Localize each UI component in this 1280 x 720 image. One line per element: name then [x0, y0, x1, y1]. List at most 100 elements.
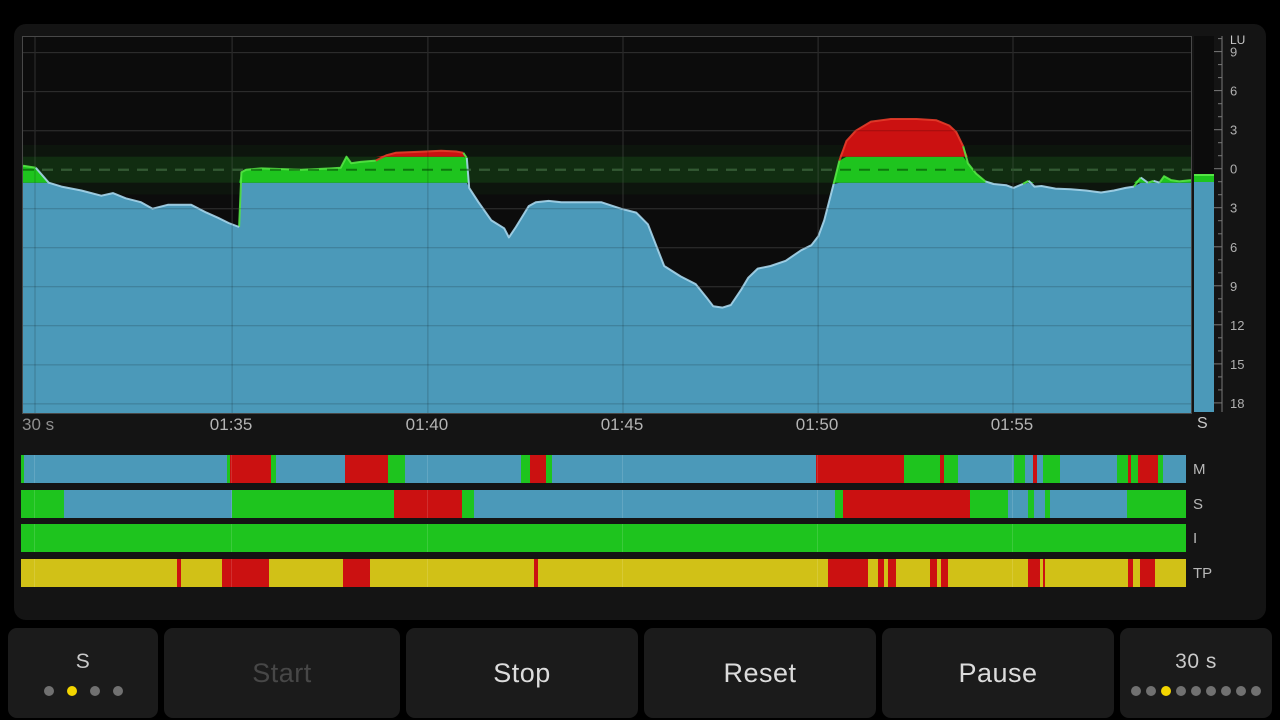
- strip-gridline: [1012, 559, 1013, 587]
- time-window-button[interactable]: 30 s: [1120, 628, 1272, 718]
- strip-segment: [1138, 455, 1158, 483]
- strip-gridline: [622, 524, 623, 552]
- strip-segment: [888, 559, 896, 587]
- time-tick-label: 01:40: [406, 415, 449, 435]
- strip-segment: [405, 455, 521, 483]
- strip-segment: [896, 559, 930, 587]
- strip-segment: [843, 490, 970, 518]
- strip-label-tp: TP: [1193, 559, 1212, 587]
- lu-tick-label: 0: [1230, 162, 1237, 177]
- start-button[interactable]: Start: [164, 628, 400, 718]
- strip-segment: [835, 490, 843, 518]
- strip-segment: [930, 559, 937, 587]
- time-tick-label: 01:50: [796, 415, 839, 435]
- strip-segment: [538, 559, 828, 587]
- strip-segment: [530, 455, 546, 483]
- strip-shortterm: [21, 490, 1186, 518]
- window-length-label: 30 s: [22, 415, 54, 435]
- strip-segment: [21, 490, 64, 518]
- strip-segment: [1155, 559, 1186, 587]
- inactive-dot: [1206, 686, 1216, 696]
- inactive-dot: [1251, 686, 1261, 696]
- strip-segment: [1034, 490, 1045, 518]
- strip-momentary: [21, 455, 1186, 483]
- strip-segment: [1043, 455, 1060, 483]
- strip-segment: [345, 455, 388, 483]
- area-below-tolerance: [23, 183, 1191, 413]
- strip-gridline: [231, 490, 232, 518]
- lu-tick-label: 6: [1230, 240, 1237, 255]
- strip-gridline: [1012, 524, 1013, 552]
- strip-gridline: [817, 455, 818, 483]
- strip-gridline: [427, 524, 428, 552]
- loudness-history-chart: [22, 36, 1192, 414]
- strip-gridline: [622, 455, 623, 483]
- strip-segment: [181, 559, 222, 587]
- strip-segment: [1014, 455, 1025, 483]
- pause-button[interactable]: Pause: [882, 628, 1114, 718]
- strip-gridline: [231, 524, 232, 552]
- strip-segment: [1025, 455, 1033, 483]
- active-dot: [67, 686, 77, 696]
- inactive-dot: [113, 686, 123, 696]
- strip-gridline: [817, 490, 818, 518]
- strip-segment: [1045, 559, 1128, 587]
- lu-tick-label: 12: [1230, 318, 1244, 333]
- strip-segment: [1140, 559, 1155, 587]
- strip-segment: [1060, 455, 1117, 483]
- inactive-dot: [1221, 686, 1231, 696]
- time-axis: 01:3501:4001:4501:5001:55: [0, 415, 1280, 441]
- strip-segment: [1163, 455, 1186, 483]
- active-dot: [1161, 686, 1171, 696]
- strip-label-i: I: [1193, 524, 1197, 552]
- strip-gridline: [622, 559, 623, 587]
- inactive-dot: [1236, 686, 1246, 696]
- strip-gridline: [622, 490, 623, 518]
- strip-segment: [269, 559, 343, 587]
- meter-mode-button[interactable]: S: [8, 628, 158, 718]
- strip-gridline: [34, 559, 35, 587]
- strip-integrated: [21, 524, 1186, 552]
- strip-gridline: [34, 490, 35, 518]
- strip-label-m: M: [1193, 455, 1206, 483]
- strip-segment: [474, 490, 835, 518]
- strip-segment: [388, 455, 405, 483]
- reset-button[interactable]: Reset: [644, 628, 876, 718]
- strip-gridline: [817, 524, 818, 552]
- time-tick-label: 01:35: [210, 415, 253, 435]
- strip-segment: [868, 559, 878, 587]
- lu-tick-label: 3: [1230, 201, 1237, 216]
- meter-mode-dots: [44, 686, 123, 696]
- strip-segment: [24, 455, 227, 483]
- strip-segment: [970, 490, 1008, 518]
- strip-segment: [343, 559, 370, 587]
- strip-segment: [944, 455, 958, 483]
- strip-segment: [521, 455, 530, 483]
- strip-gridline: [817, 559, 818, 587]
- stop-label: Stop: [493, 658, 551, 689]
- time-window-dots: [1131, 686, 1261, 696]
- strip-segment: [370, 559, 534, 587]
- strip-gridline: [1012, 455, 1013, 483]
- inactive-dot: [1146, 686, 1156, 696]
- meter-mode-label: S: [76, 650, 91, 674]
- lu-axis: LU9630369121518: [1190, 28, 1280, 438]
- strip-segment: [462, 490, 474, 518]
- lu-tick-label: 18: [1230, 396, 1244, 411]
- strip-segment: [552, 455, 816, 483]
- strip-gridline: [427, 490, 428, 518]
- strip-segment: [230, 455, 271, 483]
- strip-segment: [1117, 455, 1128, 483]
- strip-segment: [232, 490, 394, 518]
- stop-button[interactable]: Stop: [406, 628, 638, 718]
- start-label: Start: [252, 658, 312, 689]
- time-tick-label: 01:45: [601, 415, 644, 435]
- lu-tick-label: 9: [1230, 45, 1237, 60]
- bar-meter-label: S: [1197, 415, 1208, 433]
- inactive-dot: [1191, 686, 1201, 696]
- lu-tick-label: 6: [1230, 84, 1237, 99]
- strip-gridline: [231, 455, 232, 483]
- strip-gridline: [34, 455, 35, 483]
- strip-segment: [816, 455, 904, 483]
- strip-segment: [1131, 455, 1138, 483]
